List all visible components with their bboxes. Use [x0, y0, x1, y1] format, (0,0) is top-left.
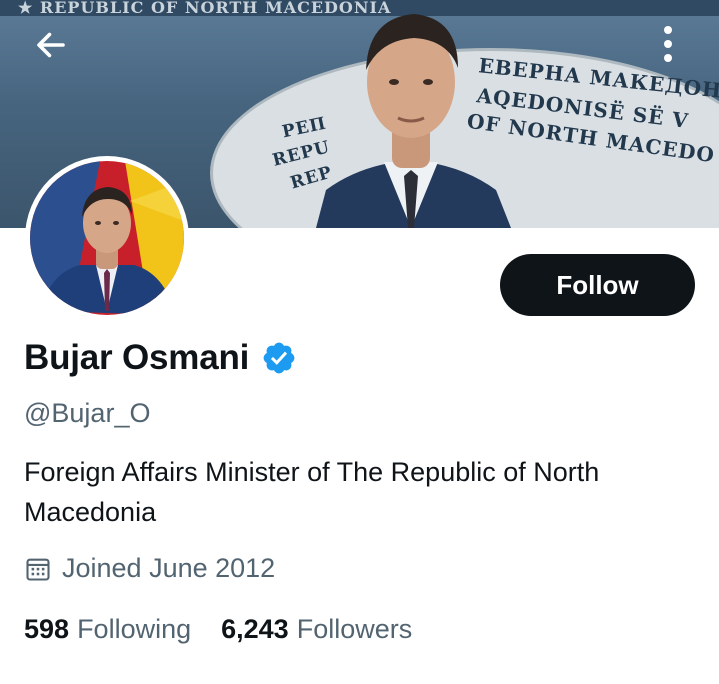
more-options-button[interactable]: [650, 22, 686, 66]
follow-stats: 598 Following 6,243 Followers: [24, 614, 412, 645]
banner-person-photo: [316, 14, 511, 228]
following-count: 598: [24, 614, 70, 644]
followers-label: Followers: [296, 614, 413, 644]
calendar-icon: [26, 558, 50, 581]
verified-badge-icon[interactable]: [261, 340, 297, 376]
following-label: Following: [77, 614, 192, 644]
followers-stat-link[interactable]: 6,243 Followers: [221, 614, 412, 645]
avatar-photo: [30, 161, 184, 315]
follow-button[interactable]: Follow: [500, 254, 695, 316]
user-handle: @Bujar_O: [24, 398, 151, 428]
arrow-left-icon: [37, 32, 65, 58]
joined-date-row: Joined June 2012: [24, 553, 275, 584]
display-name-row: Bujar Osmani: [24, 338, 297, 378]
joined-date-text: Joined June 2012: [62, 553, 276, 583]
profile-bio: Foreign Affairs Minister of The Republic…: [24, 457, 600, 527]
followers-count: 6,243: [221, 614, 289, 644]
more-vertical-icon: [664, 26, 672, 62]
back-button[interactable]: [30, 24, 72, 66]
avatar[interactable]: [25, 156, 189, 320]
display-name: Bujar Osmani: [24, 338, 250, 377]
following-stat-link[interactable]: 598 Following: [24, 614, 191, 645]
